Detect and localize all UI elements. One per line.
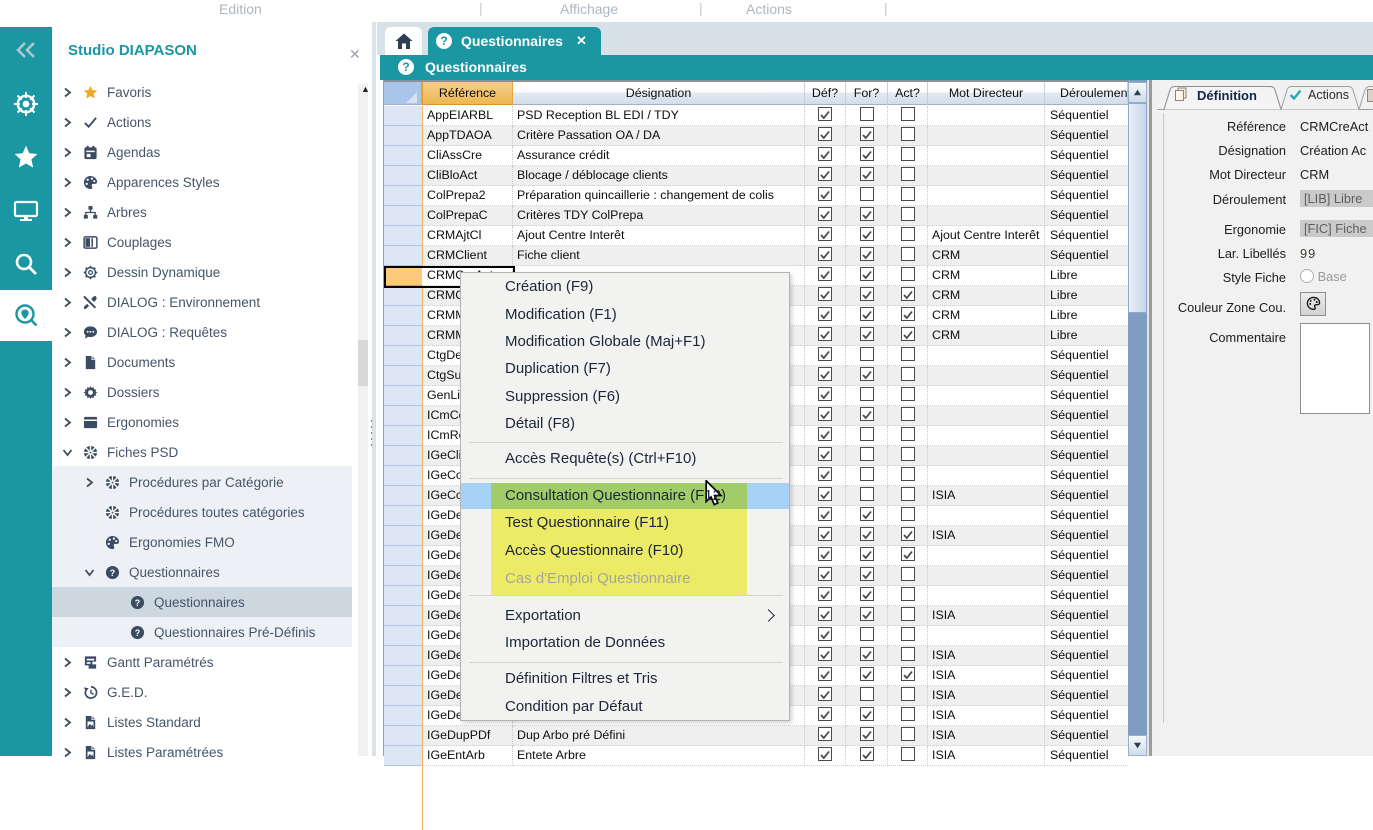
svg-text:?: ? — [135, 627, 140, 637]
svg-text:?: ? — [135, 597, 140, 607]
svg-text:?: ? — [110, 567, 115, 577]
